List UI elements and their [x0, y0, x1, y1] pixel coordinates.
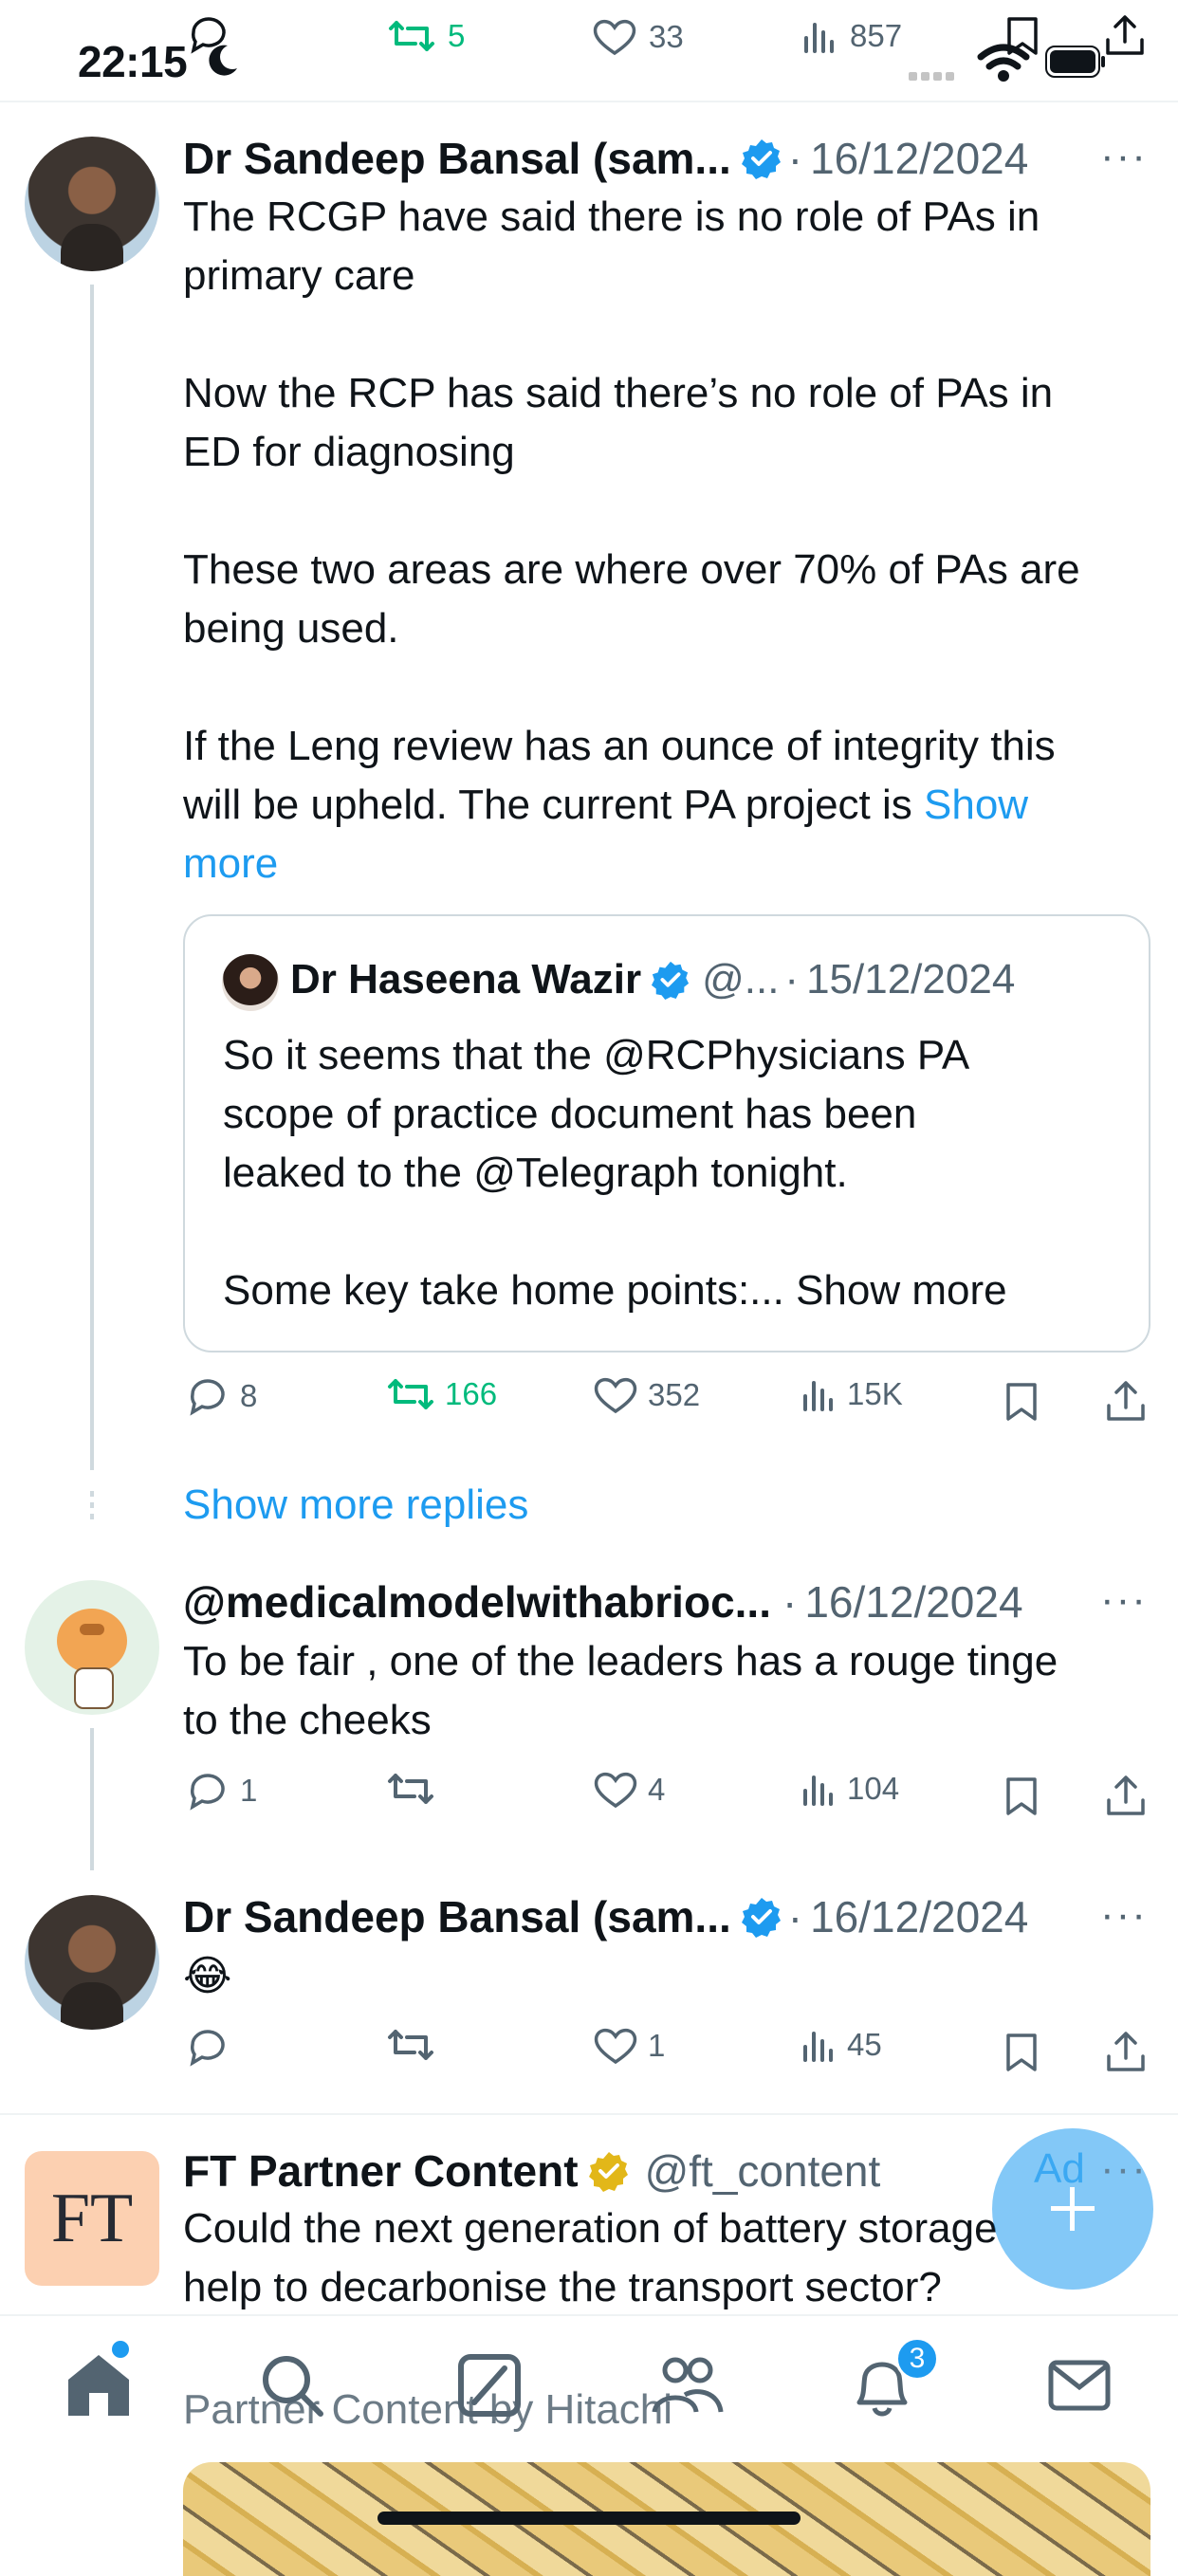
retweet-count[interactable]: 5 — [387, 17, 465, 55]
avatar[interactable] — [25, 137, 159, 271]
tweet-header: Dr Sandeep Bansal (sam... · 16/12/2024 — [183, 133, 1029, 184]
search-icon[interactable] — [254, 2347, 330, 2423]
more-options-icon[interactable]: ··· — [1100, 133, 1148, 180]
retweet-icon — [388, 2030, 433, 2060]
tweet-actions: 8 166 352 15K — [183, 1375, 1150, 1432]
tweet-actions: 1 45 — [183, 2026, 1150, 2083]
grok-icon[interactable] — [451, 2347, 527, 2423]
battery-icon — [1045, 46, 1105, 78]
verified-badge-icon — [741, 1898, 781, 1938]
views-button[interactable]: 45 — [800, 2026, 882, 2064]
retweet-icon — [388, 1379, 433, 1409]
reply-icon — [190, 2030, 225, 2067]
home-indicator[interactable] — [377, 2512, 801, 2525]
communities-icon[interactable] — [649, 2347, 725, 2423]
reply-icon — [190, 1379, 225, 1416]
reply-icon — [190, 1774, 225, 1811]
new-posts-dot — [112, 2341, 129, 2358]
ft-logo[interactable]: FT — [25, 2151, 159, 2286]
retweet-button[interactable] — [386, 2026, 435, 2064]
views-icon — [803, 2032, 833, 2062]
like-count[interactable]: 33 — [592, 17, 684, 57]
notifications-badge: 3 — [895, 2337, 939, 2381]
heart-icon — [594, 1377, 637, 1414]
signal-icon — [909, 72, 954, 81]
avatar[interactable] — [25, 1580, 159, 1715]
tweet-body: The RCGP have said there is no role of P… — [183, 193, 1080, 887]
share-icon[interactable] — [1105, 1774, 1147, 1817]
reply-button[interactable]: 1 — [185, 1770, 257, 1812]
verified-gold-badge-icon — [588, 2152, 628, 2192]
tweet-actions: 1 4 104 — [183, 1770, 1150, 1827]
tweet-date[interactable]: 16/12/2024 — [804, 1576, 1022, 1628]
thread-line — [90, 285, 94, 1470]
bookmark-icon[interactable] — [1004, 2032, 1039, 2075]
heart-icon — [594, 1772, 637, 1809]
author-handle[interactable]: @ft_content — [645, 2145, 881, 2197]
tweet-header: @medicalmodelwithabrioc... · 16/12/2024 — [183, 1576, 1023, 1628]
quote-header: Dr Haseena Wazir @... · 15/12/2024 — [290, 956, 1016, 1003]
reply-icon[interactable] — [186, 13, 231, 55]
like-button[interactable]: 1 — [593, 2026, 665, 2066]
tweet-date[interactable]: 16/12/2024 — [810, 1891, 1028, 1942]
bookmark-icon[interactable] — [1005, 15, 1040, 57]
retweet-button[interactable] — [386, 1770, 435, 1808]
views-button[interactable]: 15K — [800, 1375, 903, 1413]
tweet-body: To be fair , one of the leaders has a ro… — [183, 1638, 1058, 1743]
bookmark-icon[interactable] — [1004, 1381, 1039, 1425]
messages-envelope-icon[interactable] — [1041, 2347, 1117, 2423]
verified-badge-icon — [652, 961, 690, 1000]
views-icon — [804, 23, 834, 53]
author-name[interactable]: Dr Sandeep Bansal (sam... — [183, 1891, 731, 1942]
author-name[interactable]: FT Partner Content — [183, 2145, 579, 2197]
more-options-icon[interactable]: ··· — [1100, 1891, 1148, 1939]
tweet-date[interactable]: 16/12/2024 — [810, 133, 1028, 184]
views-icon — [803, 1381, 833, 1411]
retweet-button[interactable]: 166 — [386, 1375, 497, 1413]
divider — [0, 101, 1178, 102]
share-icon[interactable] — [1105, 1379, 1147, 1423]
thread-line — [90, 1728, 94, 1870]
show-more-replies-link[interactable]: Show more replies — [183, 1481, 528, 1529]
heart-icon — [593, 19, 636, 56]
quote-author-name: Dr Haseena Wazir — [290, 956, 642, 1003]
more-options-icon[interactable]: ··· — [1100, 1576, 1148, 1624]
tweet-header: Dr Sandeep Bansal (sam... · 16/12/2024 — [183, 1891, 1029, 1942]
author-name[interactable]: @medicalmodelwithabrioc... — [183, 1576, 771, 1628]
like-button[interactable]: 352 — [593, 1375, 700, 1415]
ad-label: Ad — [1034, 2145, 1085, 2192]
share-icon[interactable] — [1104, 13, 1146, 57]
author-name[interactable]: Dr Sandeep Bansal (sam... — [183, 133, 731, 184]
tweet-body: 😂 — [183, 1953, 232, 1999]
share-icon[interactable] — [1105, 2030, 1147, 2073]
retweet-icon — [389, 21, 434, 51]
thread-line-dashed — [90, 1491, 94, 1519]
home-icon[interactable] — [61, 2347, 137, 2423]
views-button[interactable]: 104 — [800, 1770, 899, 1808]
quote-avatar — [222, 954, 279, 1011]
ad-header: FT Partner Content @ft_content — [183, 2145, 880, 2197]
status-time: 22:15 — [78, 37, 188, 86]
verified-badge-icon — [741, 139, 781, 179]
view-count[interactable]: 857 — [801, 17, 902, 55]
plus-icon-vertical — [1070, 2187, 1075, 2231]
like-button[interactable]: 4 — [593, 1770, 665, 1810]
quote-body: So it seems that the @RCPhysicians PA sc… — [223, 1032, 1007, 1314]
bookmark-icon[interactable] — [1004, 1776, 1039, 1819]
heart-icon — [594, 2028, 637, 2065]
reply-button[interactable] — [185, 2026, 230, 2068]
retweet-icon — [388, 1774, 433, 1804]
more-options-icon[interactable]: ··· — [1100, 2145, 1148, 2193]
divider — [0, 2113, 1178, 2115]
avatar[interactable] — [25, 1895, 159, 2030]
reply-button[interactable]: 8 — [185, 1375, 257, 1417]
views-icon — [803, 1776, 833, 1806]
